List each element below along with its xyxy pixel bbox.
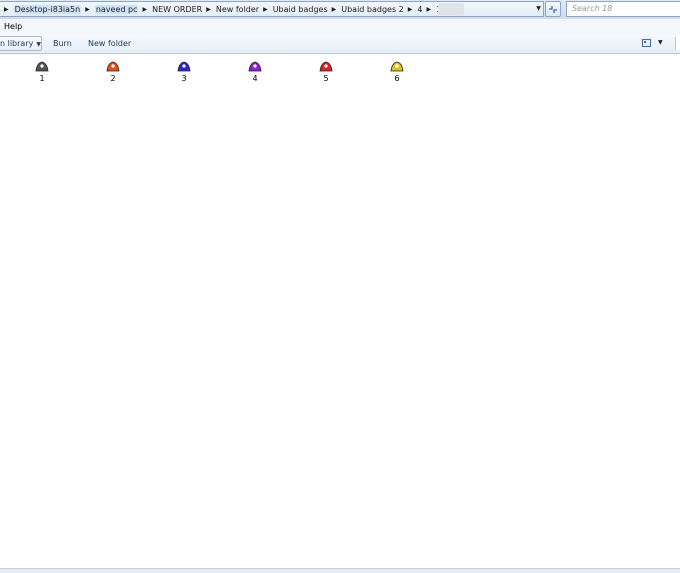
crumb-separator[interactable]: ▶ xyxy=(332,6,337,13)
view-options-dropdown-icon[interactable]: ▼ xyxy=(658,39,663,46)
breadcrumb-item[interactable]: 4 xyxy=(417,5,422,14)
badge-image-icon xyxy=(177,61,191,72)
crumb-separator[interactable]: ▶ xyxy=(142,6,147,13)
breadcrumb-item[interactable]: New folder xyxy=(216,5,259,14)
badge-image-icon xyxy=(106,61,120,72)
file-name: 2 xyxy=(110,74,116,83)
file-name: 6 xyxy=(394,74,400,83)
badge-image-icon xyxy=(248,61,262,72)
breadcrumb-item[interactable]: naveed pc xyxy=(94,4,139,14)
file-item[interactable]: 6 xyxy=(385,60,409,83)
address-bar-row: ▶ Desktop-i83ia5n ▶ naveed pc ▶ NEW ORDE… xyxy=(0,0,680,19)
refresh-icon xyxy=(549,5,557,13)
crumb-separator[interactable]: ▶ xyxy=(85,6,90,13)
badge-image-icon xyxy=(390,61,404,72)
status-bar-edge xyxy=(0,568,680,573)
file-name: 5 xyxy=(323,74,329,83)
crumb-separator[interactable]: ▶ xyxy=(263,6,268,13)
file-item[interactable]: 3 xyxy=(172,60,196,83)
change-view-icon[interactable] xyxy=(642,39,651,47)
breadcrumb-item[interactable]: Ubaid badges xyxy=(273,5,328,14)
crumb-separator[interactable]: ▶ xyxy=(427,6,432,13)
include-in-library-button[interactable]: n library ▼ xyxy=(0,36,42,51)
crumb-separator[interactable]: ▶ xyxy=(4,6,9,13)
file-item[interactable]: 2 xyxy=(101,60,125,83)
crumb-separator[interactable]: ▶ xyxy=(408,6,413,13)
refresh-button[interactable] xyxy=(545,1,561,17)
file-name: 3 xyxy=(181,74,187,83)
badge-image-icon xyxy=(35,61,49,72)
command-bar: n library ▼ Burn New folder xyxy=(0,35,680,54)
file-name: 4 xyxy=(252,74,258,83)
menu-help[interactable]: Help xyxy=(4,22,22,31)
redacted-area xyxy=(438,3,464,15)
file-item[interactable]: 1 xyxy=(30,60,54,83)
breadcrumb-item[interactable]: Desktop-i83ia5n xyxy=(13,4,82,14)
file-item[interactable]: 5 xyxy=(314,60,338,83)
breadcrumb-item[interactable]: NEW ORDER xyxy=(152,5,202,14)
file-name: 1 xyxy=(39,74,45,83)
menu-bar: Help xyxy=(0,19,680,36)
chevron-down-icon: ▼ xyxy=(36,41,41,48)
preview-pane-edge xyxy=(675,37,680,50)
burn-button[interactable]: Burn xyxy=(53,35,72,52)
search-input[interactable]: Search 18 xyxy=(566,1,680,17)
library-label: n library xyxy=(0,39,34,48)
address-dropdown-icon[interactable]: ▼ xyxy=(534,2,543,15)
badge-image-icon xyxy=(319,61,333,72)
file-list[interactable]: 1 2 3 4 5 6 xyxy=(0,54,680,568)
new-folder-button[interactable]: New folder xyxy=(88,35,131,52)
crumb-separator[interactable]: ▶ xyxy=(206,6,211,13)
file-item[interactable]: 4 xyxy=(243,60,267,83)
breadcrumb-item[interactable]: Ubaid badges 2 xyxy=(341,5,404,14)
